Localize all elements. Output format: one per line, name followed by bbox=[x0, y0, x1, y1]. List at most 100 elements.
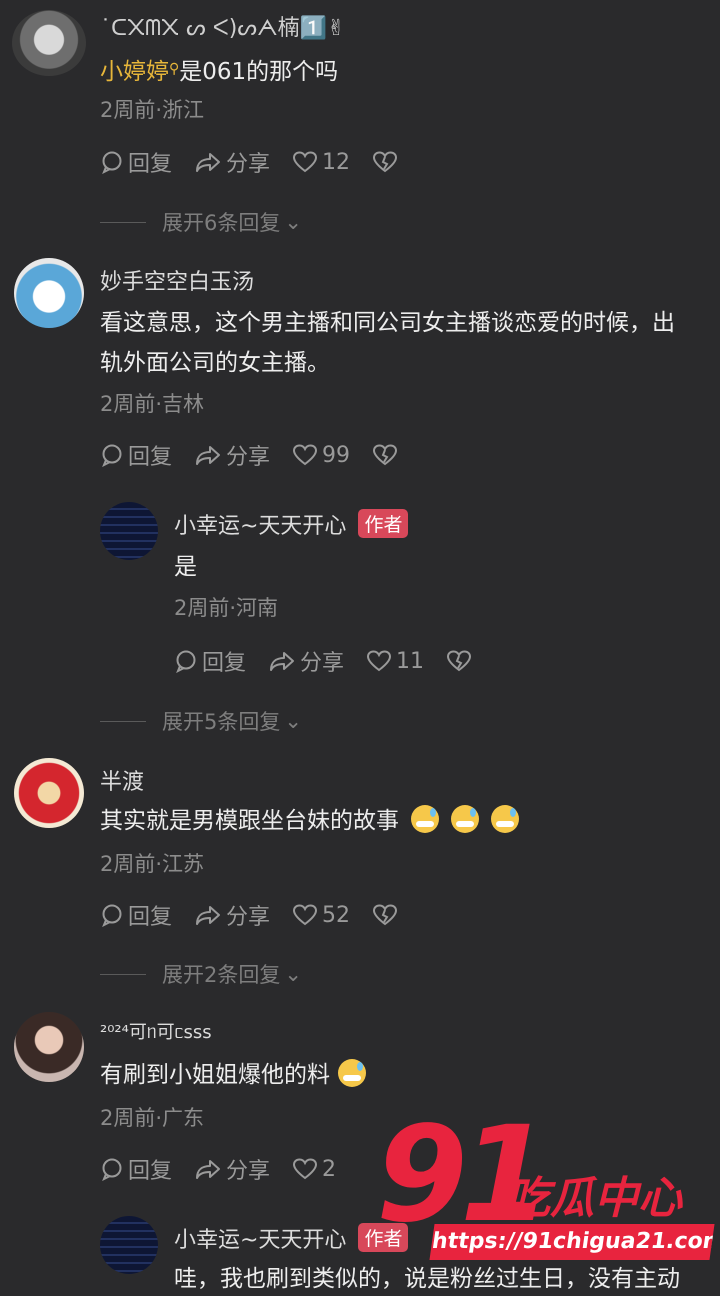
commenter-name[interactable]: 小幸运~天天开心 作者 bbox=[174, 508, 409, 540]
reply-button[interactable]: 回复 bbox=[100, 439, 172, 471]
share-label: 分享 bbox=[300, 651, 345, 676]
divider bbox=[100, 973, 146, 975]
heart-icon bbox=[293, 904, 318, 926]
like-button[interactable]: 52 bbox=[292, 903, 350, 928]
heart-icon bbox=[367, 650, 392, 672]
comment-body: 是061的那个吗 bbox=[179, 59, 339, 85]
comment-body: 其实就是男模跟坐台妹的故事 bbox=[100, 808, 399, 834]
reply-label: 回复 bbox=[128, 1159, 173, 1184]
chevron-down-icon: ⌄ bbox=[284, 962, 302, 986]
comment-text: 有刷到小姐姐爆他的料 bbox=[100, 1058, 366, 1092]
watermark-logo: 91 吃瓜中心 https://91chigua21.com bbox=[372, 1100, 720, 1280]
share-button[interactable]: 分享 bbox=[194, 899, 270, 931]
comment-bubble-icon bbox=[102, 151, 122, 174]
like-count: 52 bbox=[322, 902, 351, 928]
comment-text-line2: 轨外面公司的女主播。 bbox=[100, 350, 330, 376]
watermark-url: https://91chigua21.com bbox=[429, 1224, 715, 1260]
like-count: 99 bbox=[322, 442, 351, 468]
share-arrow-icon bbox=[270, 652, 295, 671]
grimace-emoji-icon bbox=[491, 805, 519, 833]
share-button[interactable]: 分享 bbox=[194, 1153, 270, 1185]
broken-heart-icon bbox=[373, 151, 398, 173]
share-arrow-icon bbox=[196, 153, 221, 172]
share-arrow-icon bbox=[196, 906, 221, 925]
comment-actions: 回复 分享 2 bbox=[100, 1154, 358, 1184]
share-button[interactable]: 分享 bbox=[194, 439, 270, 471]
share-button[interactable]: 分享 bbox=[194, 146, 270, 178]
share-label: 分享 bbox=[226, 1159, 271, 1184]
share-arrow-icon bbox=[196, 446, 221, 465]
dislike-button[interactable] bbox=[372, 443, 402, 467]
dislike-button[interactable] bbox=[372, 150, 402, 174]
like-button[interactable]: 99 bbox=[292, 443, 350, 468]
heart-icon bbox=[293, 444, 318, 466]
reply-button[interactable]: 回复 bbox=[100, 146, 172, 178]
comment-meta: 2周前·江苏 bbox=[100, 852, 205, 876]
comment-meta: 2周前·河南 bbox=[174, 596, 279, 620]
divider bbox=[100, 221, 146, 223]
expand-label: 展开6条回复 bbox=[162, 211, 281, 235]
reply-button[interactable]: 回复 bbox=[100, 899, 172, 931]
like-count: 2 bbox=[322, 1156, 337, 1182]
comment-body: 有刷到小姐姐爆他的料 bbox=[100, 1062, 330, 1088]
share-label: 分享 bbox=[226, 152, 271, 177]
comment-meta: 2周前·吉林 bbox=[100, 392, 205, 416]
commenter-name[interactable]: 妙手空空白玉汤 bbox=[100, 264, 254, 296]
share-button[interactable]: 分享 bbox=[268, 645, 344, 677]
expand-label: 展开2条回复 bbox=[162, 963, 281, 987]
heart-icon bbox=[293, 151, 318, 173]
grimace-emoji-icon bbox=[451, 805, 479, 833]
expand-replies-button[interactable]: 展开5条回复 ⌄ bbox=[100, 706, 302, 736]
comment-meta: 2周前·浙江 bbox=[100, 98, 205, 122]
author-badge: 作者 bbox=[358, 509, 409, 538]
comment-text: 是 bbox=[174, 554, 197, 580]
commenter-name[interactable]: 半渡 bbox=[100, 764, 144, 796]
comment-text: 看这意思，这个男主播和同公司女主播谈恋爱的时候，出 bbox=[100, 310, 675, 336]
chevron-down-icon: ⌄ bbox=[284, 210, 302, 234]
reply-button[interactable]: 回复 bbox=[174, 645, 246, 677]
watermark-chinese: 吃瓜中心 bbox=[506, 1173, 682, 1224]
comment-bubble-icon bbox=[102, 904, 122, 927]
comment-meta: 2周前·广东 bbox=[100, 1106, 205, 1130]
reply-label: 回复 bbox=[128, 905, 173, 930]
dislike-button[interactable] bbox=[446, 649, 476, 673]
expand-replies-button[interactable]: 展开6条回复 ⌄ bbox=[100, 207, 302, 237]
comment-bubble-icon bbox=[102, 1158, 122, 1181]
mention-link[interactable]: 小婷婷 bbox=[100, 59, 169, 85]
expand-replies-button[interactable]: 展开2条回复 ⌄ bbox=[100, 959, 302, 989]
avatar[interactable] bbox=[14, 1012, 84, 1082]
like-count: 12 bbox=[322, 149, 351, 175]
share-label: 分享 bbox=[226, 905, 271, 930]
like-button[interactable]: 11 bbox=[366, 649, 424, 674]
comment-text: 其实就是男模跟坐台妹的故事 bbox=[100, 804, 519, 838]
reply-button[interactable]: 回复 bbox=[100, 1153, 172, 1185]
name-label: 小幸运~天天开心 bbox=[174, 1228, 347, 1253]
broken-heart-icon bbox=[373, 904, 398, 926]
like-button[interactable]: 2 bbox=[292, 1157, 336, 1182]
reply-label: 回复 bbox=[128, 445, 173, 470]
name-label: 小幸运~天天开心 bbox=[174, 514, 347, 539]
commenter-name[interactable]: ²⁰²⁴可ᥒ可ᥴsss bbox=[100, 1018, 212, 1044]
reply-label: 回复 bbox=[202, 651, 247, 676]
comment-text: 小婷婷⚲是061的那个吗 bbox=[100, 52, 338, 89]
comment-actions: 回复 分享 11 bbox=[174, 646, 498, 676]
share-label: 分享 bbox=[226, 445, 271, 470]
like-button[interactable]: 12 bbox=[292, 150, 350, 175]
broken-heart-icon bbox=[447, 650, 472, 672]
avatar[interactable] bbox=[100, 502, 158, 560]
avatar[interactable] bbox=[12, 10, 86, 76]
chevron-down-icon: ⌄ bbox=[284, 709, 302, 733]
heart-icon bbox=[293, 1158, 318, 1180]
comment-bubble-icon bbox=[176, 650, 196, 673]
commenter-name[interactable]: ˙ᑕ᙭ᗰ᙭ ᔕ ᐸ)ᔕᗅ楠1️⃣✌ bbox=[100, 10, 345, 42]
reply-label: 回复 bbox=[128, 152, 173, 177]
avatar[interactable] bbox=[14, 258, 84, 328]
grimace-emoji-icon bbox=[411, 805, 439, 833]
comment-actions: 回复 分享 99 bbox=[100, 440, 424, 470]
broken-heart-icon bbox=[373, 444, 398, 466]
avatar[interactable] bbox=[14, 758, 84, 828]
expand-label: 展开5条回复 bbox=[162, 710, 281, 734]
comment-actions: 回复 分享 12 bbox=[100, 147, 424, 177]
avatar[interactable] bbox=[100, 1216, 158, 1274]
dislike-button[interactable] bbox=[372, 903, 402, 927]
